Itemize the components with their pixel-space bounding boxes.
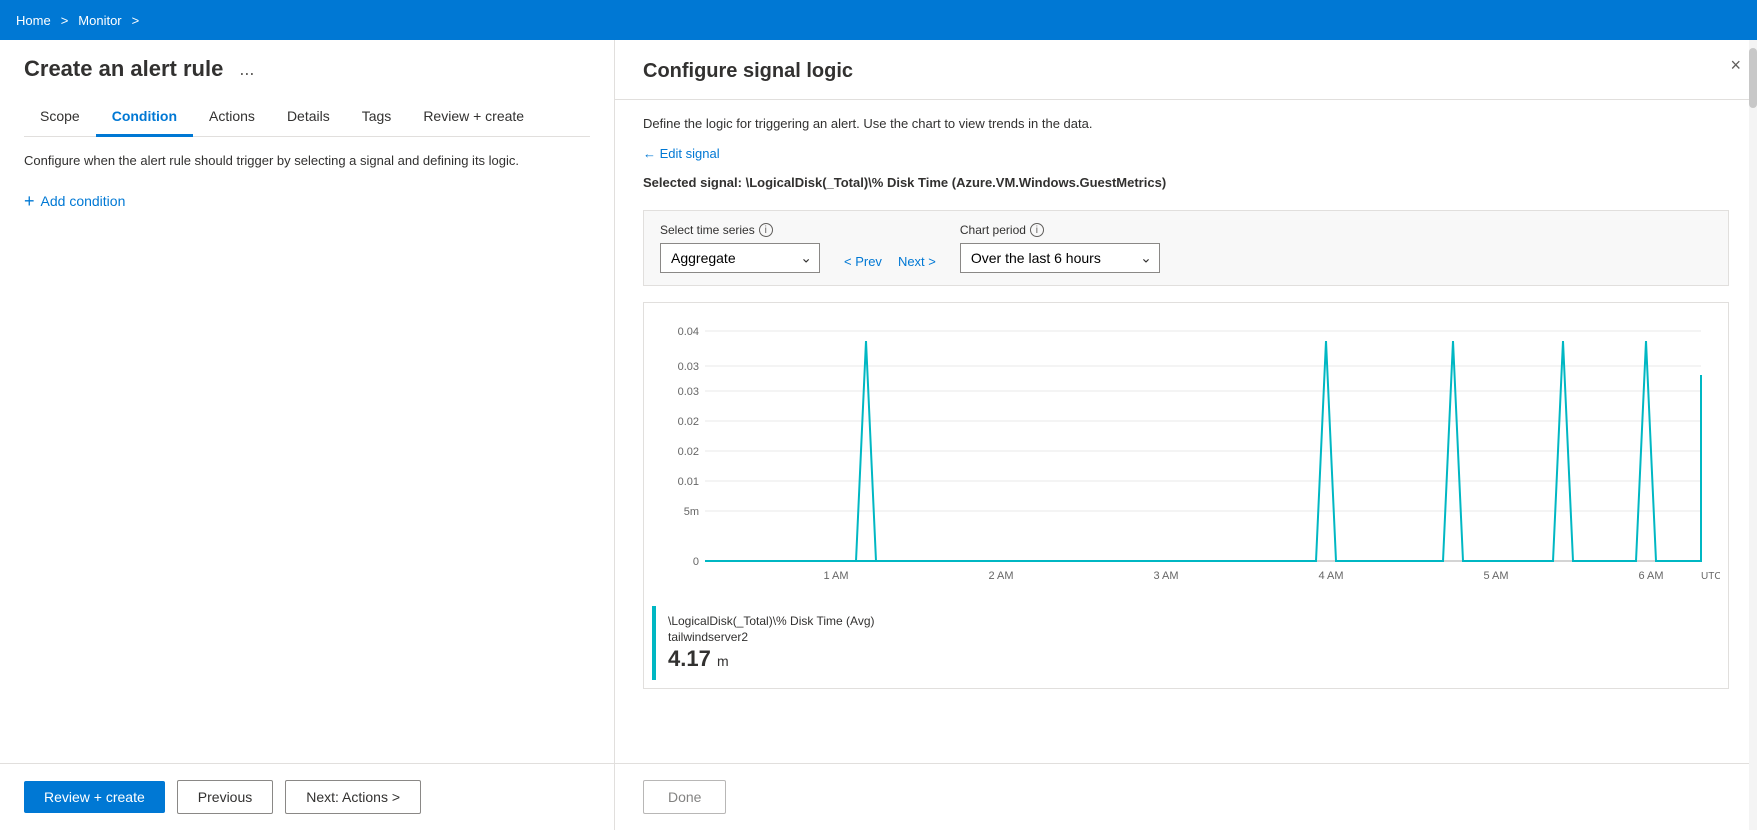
tab-navigation: Scope Condition Actions Details Tags Rev… xyxy=(24,98,590,137)
next-button[interactable]: Next > xyxy=(898,254,936,269)
time-series-group: Select time series i Aggregate xyxy=(660,223,820,273)
svg-text:0.02: 0.02 xyxy=(678,446,699,458)
chart-period-select[interactable]: Over the last 6 hours xyxy=(960,243,1160,273)
next-actions-button[interactable]: Next: Actions > xyxy=(285,780,421,814)
svg-text:0.04: 0.04 xyxy=(678,326,699,338)
prev-button[interactable]: < Prev xyxy=(844,254,882,269)
breadcrumb-monitor[interactable]: Monitor xyxy=(78,13,121,28)
svg-text:1 AM: 1 AM xyxy=(823,570,848,582)
svg-text:0.01: 0.01 xyxy=(678,476,699,488)
tab-details[interactable]: Details xyxy=(271,98,346,137)
svg-text:0.02: 0.02 xyxy=(678,416,699,428)
legend-server: tailwindserver2 xyxy=(668,630,875,644)
previous-button[interactable]: Previous xyxy=(177,780,273,814)
right-footer: Done xyxy=(615,763,1757,830)
svg-text:3 AM: 3 AM xyxy=(1153,570,1178,582)
close-button[interactable]: × xyxy=(1730,56,1741,74)
time-series-select-wrapper: Aggregate xyxy=(660,243,820,273)
plus-icon: + xyxy=(24,192,35,210)
left-footer: Review + create Previous Next: Actions > xyxy=(0,763,614,830)
svg-text:UTC-07:00: UTC-07:00 xyxy=(1701,571,1720,582)
left-panel: Create an alert rule ... Scope Condition… xyxy=(0,40,615,830)
tab-scope[interactable]: Scope xyxy=(24,98,96,137)
add-condition-label: Add condition xyxy=(41,193,126,209)
tab-tags[interactable]: Tags xyxy=(346,98,408,137)
page-title: Create an alert rule xyxy=(24,56,223,82)
legend-value: 4.17 m xyxy=(668,646,875,672)
edit-signal-label: ← Edit signal xyxy=(643,146,720,161)
define-description: Define the logic for triggering an alert… xyxy=(643,116,1729,131)
chart-legend: \LogicalDisk(_Total)\% Disk Time (Avg) t… xyxy=(652,606,1720,680)
svg-text:0.03: 0.03 xyxy=(678,386,699,398)
svg-text:0: 0 xyxy=(693,556,699,568)
scrollbar-track xyxy=(1749,40,1757,830)
chart-period-select-wrapper: Over the last 6 hours xyxy=(960,243,1160,273)
time-series-info-icon[interactable]: i xyxy=(759,223,773,237)
svg-text:4 AM: 4 AM xyxy=(1318,570,1343,582)
legend-number: 4.17 xyxy=(668,646,711,671)
edit-signal-link[interactable]: ← Edit signal xyxy=(643,146,720,161)
right-panel: Configure signal logic × Define the logi… xyxy=(615,40,1757,830)
prev-next-group: < Prev Next > xyxy=(844,254,936,273)
breadcrumb-sep1: > xyxy=(61,13,69,28)
breadcrumb-sep2: > xyxy=(132,13,140,28)
selected-signal-text: Selected signal: \LogicalDisk(_Total)\% … xyxy=(643,175,1729,190)
done-button[interactable]: Done xyxy=(643,780,726,814)
legend-signal: \LogicalDisk(_Total)\% Disk Time (Avg) xyxy=(668,614,875,628)
tab-review-create[interactable]: Review + create xyxy=(407,98,540,137)
review-create-button[interactable]: Review + create xyxy=(24,781,165,813)
panel-title: Configure signal logic xyxy=(643,60,1729,83)
legend-text-group: \LogicalDisk(_Total)\% Disk Time (Avg) t… xyxy=(668,614,875,672)
svg-text:6 AM: 6 AM xyxy=(1638,570,1663,582)
tab-actions[interactable]: Actions xyxy=(193,98,271,137)
selected-signal-value: \LogicalDisk(_Total)\% Disk Time (Azure.… xyxy=(746,175,1167,190)
condition-description: Configure when the alert rule should tri… xyxy=(24,153,590,168)
legend-unit: m xyxy=(717,653,729,669)
chart-controls: Select time series i Aggregate < Prev Ne… xyxy=(643,210,1729,286)
chart-period-group: Chart period i Over the last 6 hours xyxy=(960,223,1160,273)
selected-signal-label: Selected signal: xyxy=(643,175,742,190)
time-series-label: Select time series xyxy=(660,223,755,237)
svg-text:5 AM: 5 AM xyxy=(1483,570,1508,582)
left-content: Configure when the alert rule should tri… xyxy=(0,137,614,763)
scrollbar-thumb xyxy=(1749,48,1757,108)
svg-text:2 AM: 2 AM xyxy=(988,570,1013,582)
chart-area: 0.04 0.03 0.03 0.02 0.02 0.01 5m 0 xyxy=(643,302,1729,689)
breadcrumb-home[interactable]: Home xyxy=(16,13,51,28)
add-condition-button[interactable]: + Add condition xyxy=(24,188,125,214)
time-series-select[interactable]: Aggregate xyxy=(660,243,820,273)
tab-condition[interactable]: Condition xyxy=(96,98,193,137)
chart-svg-wrapper: 0.04 0.03 0.03 0.02 0.02 0.01 5m 0 xyxy=(652,315,1720,598)
chart-period-label: Chart period xyxy=(960,223,1026,237)
ellipsis-menu-button[interactable]: ... xyxy=(233,57,260,82)
svg-text:0.03: 0.03 xyxy=(678,361,699,373)
svg-text:5m: 5m xyxy=(684,506,699,518)
chart-period-info-icon[interactable]: i xyxy=(1030,223,1044,237)
